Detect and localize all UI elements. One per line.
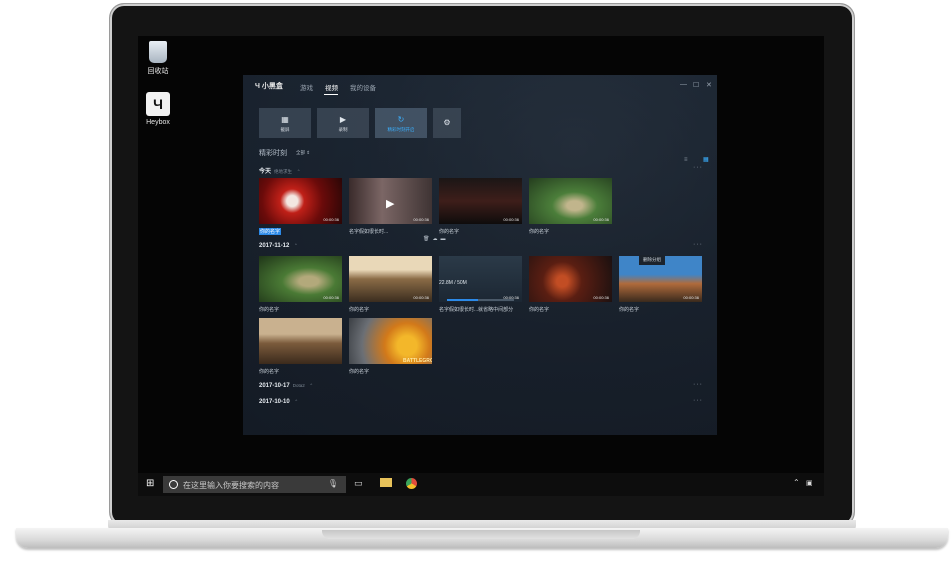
laptop-notch [322,530,640,539]
settings-button[interactable]: ⚙ [433,108,461,138]
video-thumbnail[interactable] [259,318,342,364]
app-titlebar: Ч 小黑盒 游戏 视频 我的设备 — ☐ ✕ [243,75,717,97]
task-view-icon[interactable]: ▭ [354,478,363,489]
list-view-icon[interactable]: ≡ [684,157,688,163]
video-caption: 你的名字 [259,307,280,313]
search-placeholder: 在这里输入你要搜索的内容 [183,481,279,490]
filter-dropdown[interactable]: 全部 ⇕ [296,150,310,156]
video-caption: 你的名字 [259,369,280,375]
group-date-2017-10-17[interactable]: 2017-10-17 Dota2 ⌃ [259,383,313,389]
close-button[interactable]: ✕ [706,81,712,89]
desktop-screen: 回收站 Ч Heybox Ч 小黑盒 游戏 视频 我的设备 — ☐ ✕ ▦ 截屏… [138,36,824,496]
taskbar-search-box[interactable]: 在这里输入你要搜索的内容 🎙 [163,476,346,493]
video-thumbnail[interactable]: ▶ 00:00:36 [349,178,432,224]
video-thumbnail[interactable]: 00:00:36 [259,178,342,224]
chrome-icon[interactable] [406,478,417,489]
highlight-toggle-button[interactable]: ↻ 精彩时刻开启 [375,108,427,138]
microphone-icon[interactable]: 🎙 [328,479,338,488]
record-icon: ▶ [339,115,347,124]
video-thumbnail[interactable]: 00:00:36 [529,256,612,302]
group-date-today[interactable]: 今天 绝地求生 ⌃ [259,166,300,175]
heybox-icon: Ч [146,92,170,116]
group-more-button[interactable]: ··· [693,164,703,171]
video-caption: 你的名字 [529,307,550,313]
video-caption[interactable]: 你的名字 [259,228,282,235]
nav-tab-devices[interactable]: 我的设备 [350,82,376,92]
video-thumbnail[interactable]: 00:00:36 [439,178,522,224]
section-title: 精彩时刻 [259,150,287,157]
app-logo: Ч 小黑盒 [255,83,283,90]
video-caption: 你的名字 [439,229,460,235]
video-thumbnail[interactable]: 00:00:36 [349,256,432,302]
cortana-icon [169,480,178,489]
group-date-2017-11-12[interactable]: 2017-11-12 ⌃ [259,243,298,249]
recycle-bin-icon [149,41,167,63]
video-thumbnail-uploading[interactable]: 22.8M / 50M 00:00:36 [439,256,522,302]
group-date-2017-10-10[interactable]: 2017-10-10 ⌃ [259,399,298,405]
video-caption: 名字假如很长时...就省略中间部分 [439,307,514,313]
desktop-icon-heybox[interactable]: Ч Heybox [138,92,178,126]
play-icon[interactable]: ▶ [386,198,394,210]
file-explorer-icon[interactable] [380,478,392,487]
video-caption: 你的名字 [349,307,370,313]
group-more-button[interactable]: ··· [693,397,703,404]
gear-icon: ⚙ [443,118,451,127]
highlight-icon: ↻ [397,115,405,124]
upload-progress-text: 22.8M / 50M [439,280,467,286]
screenshot-icon: ▦ [281,115,289,124]
video-caption: 你的名字 [349,369,370,375]
video-caption: 名字假如很长时... [349,229,389,235]
upload-progress-fill [447,299,478,301]
video-thumbnail[interactable]: 00:00:36 [529,178,612,224]
nav-tab-games[interactable]: 游戏 [300,82,313,92]
video-thumbnail[interactable]: 00:00:36 [259,256,342,302]
heybox-app-window: Ч 小黑盒 游戏 视频 我的设备 — ☐ ✕ ▦ 截屏 ▶ 录制 ↻ 精彩时刻开… [243,75,717,435]
nav-active-underline [324,94,338,95]
video-thumbnail[interactable]: BATTLEGRO [349,318,432,364]
windows-taskbar: ⊞ 在这里输入你要搜索的内容 🎙 ▭ ⌃ ▣ [138,473,824,496]
group-more-button[interactable]: ··· [693,241,703,248]
network-icon[interactable]: ▣ [806,479,813,487]
screenshot-button[interactable]: ▦ 截屏 [259,108,311,138]
record-button[interactable]: ▶ 录制 [317,108,369,138]
video-caption: 你的名字 [529,229,550,235]
group-more-button[interactable]: ··· [693,381,703,388]
video-caption: 你的名字 [619,307,640,313]
grid-view-icon[interactable]: ▦ [703,157,709,163]
desktop-icon-recycle-bin[interactable]: 回收站 [138,41,178,76]
folder-icon: ▬ [440,236,449,242]
windows-start-icon[interactable]: ⊞ [146,478,154,489]
maximize-button[interactable]: ☐ [693,81,699,89]
tray-expand-icon[interactable]: ⌃ [793,478,800,487]
delete-group-tooltip: 删除分组 [639,255,665,265]
nav-tab-videos[interactable]: 视频 [325,82,338,92]
minimize-button[interactable]: — [680,81,687,88]
video-actions[interactable]: 🗑☁▬ [423,236,448,242]
battlegrounds-logo: BATTLEGRO [403,358,432,364]
